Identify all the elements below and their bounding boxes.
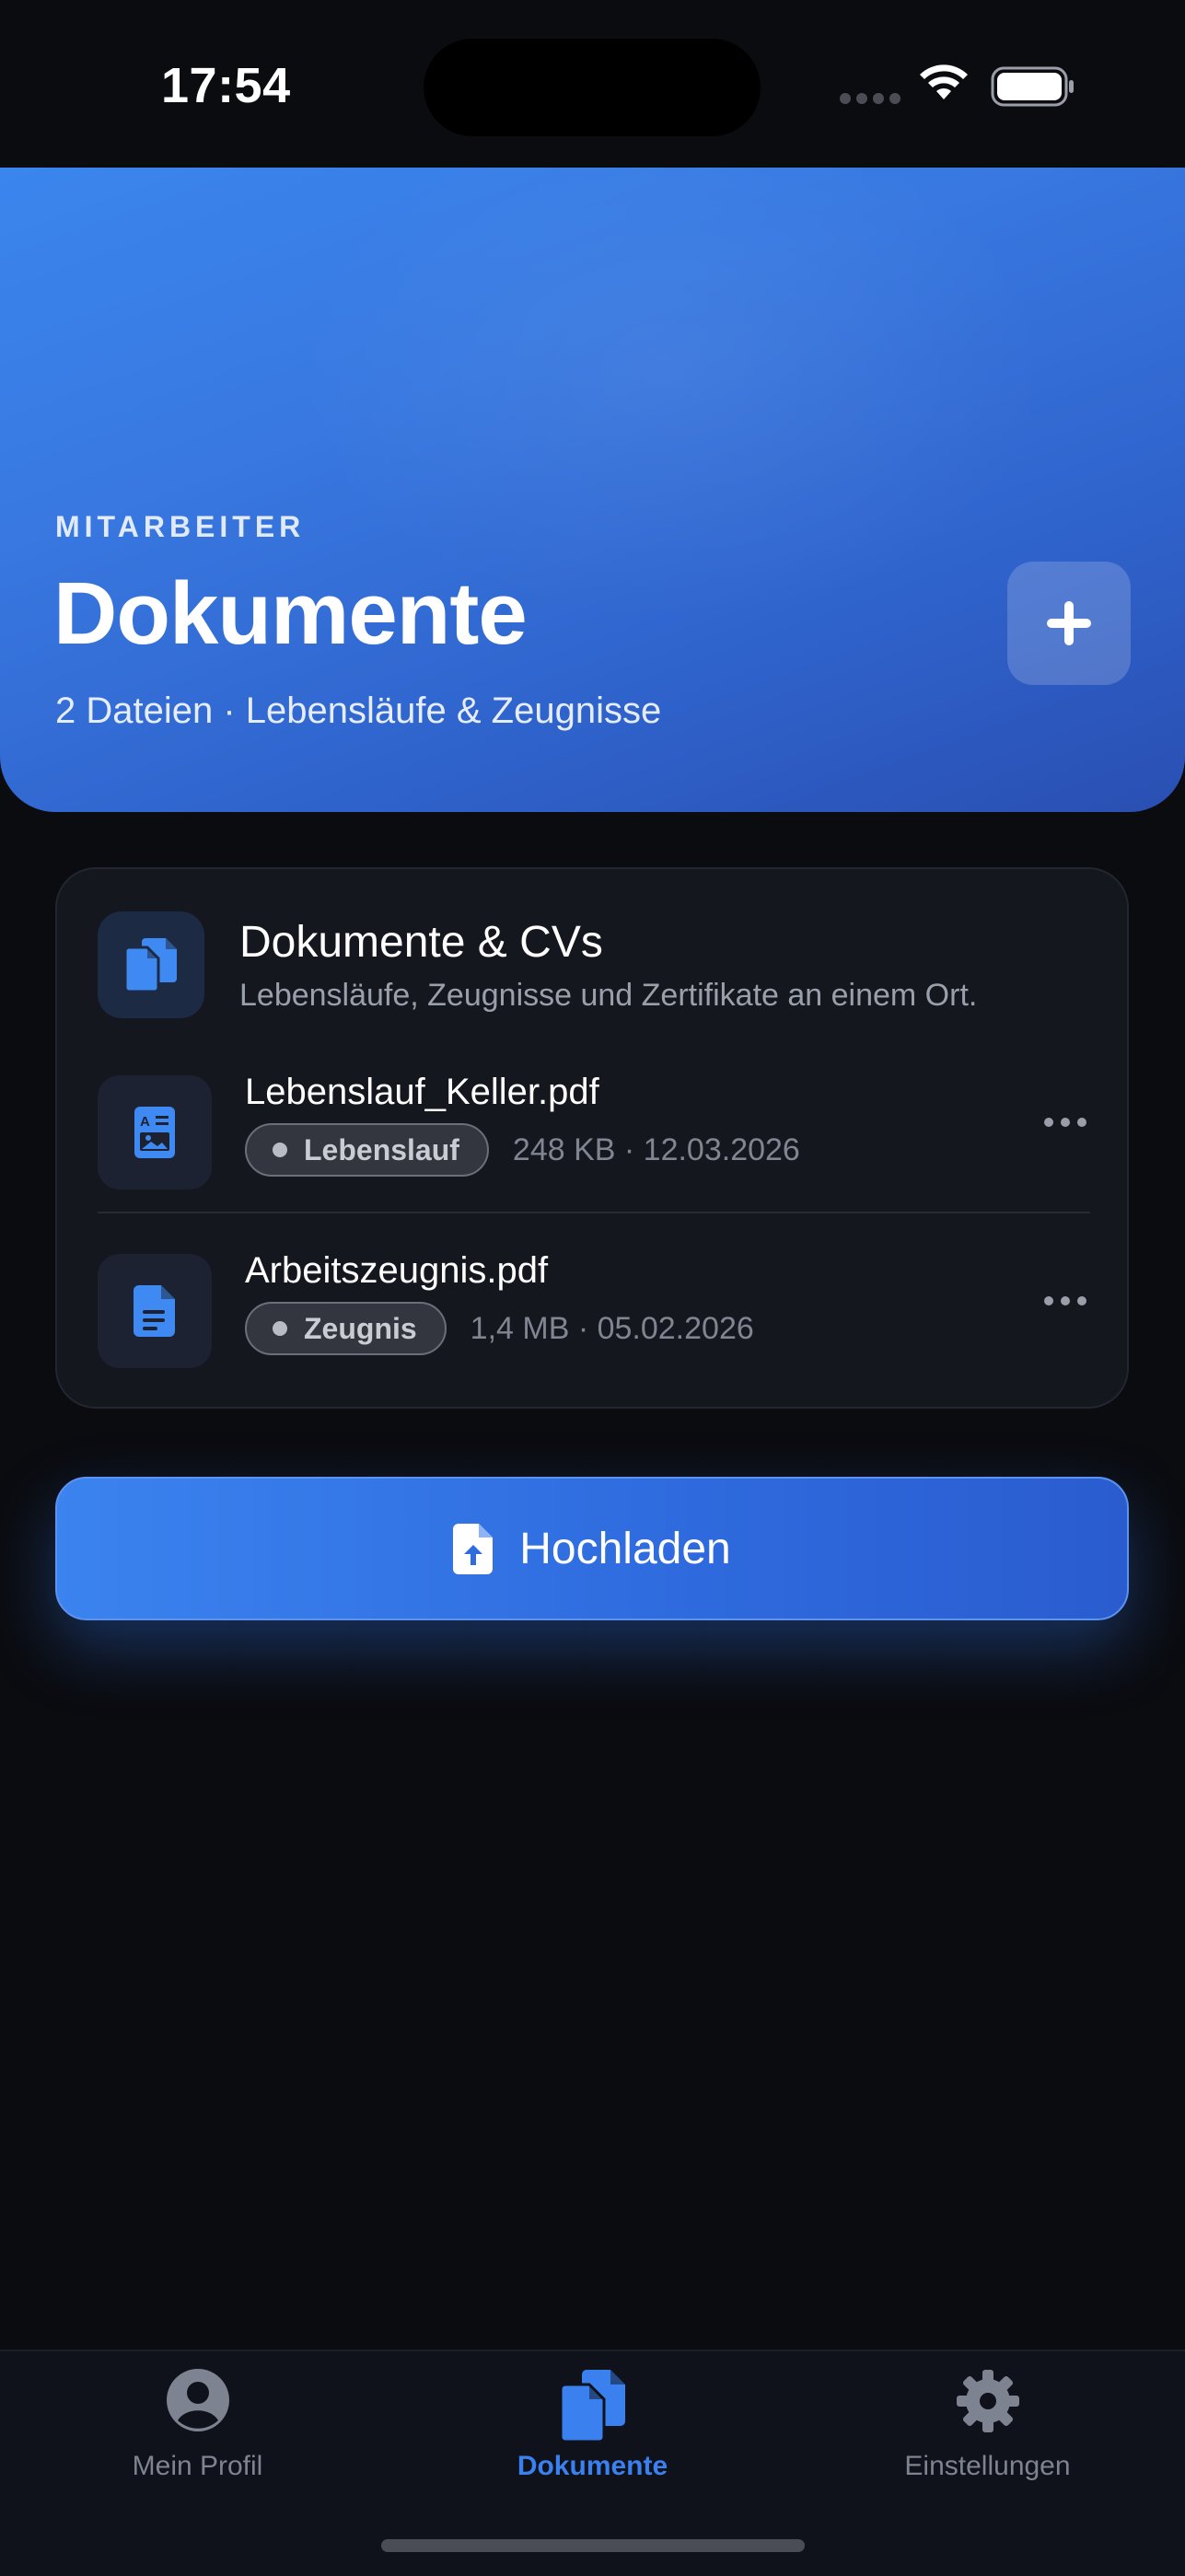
card-header-icon	[98, 911, 204, 1018]
file-tag-label: Lebenslauf	[304, 1132, 459, 1166]
tab-label: Einstellungen	[904, 2451, 1071, 2481]
resume-icon: A	[134, 1107, 175, 1158]
wifi-icon	[920, 64, 968, 99]
file-row[interactable]: Arbeitszeugnis.pdf Zeugnis 1,4 MB · 05.0…	[57, 1232, 1131, 1407]
plus-icon	[1047, 601, 1091, 645]
hero-header: MITARBEITER Dokumente 2 Dateien · Lebens…	[0, 168, 1185, 812]
file-size-date: 248 KB · 12.03.2026	[512, 1131, 800, 1167]
file-type-icon: A	[98, 1075, 212, 1189]
file-upload-icon	[453, 1524, 494, 1574]
page-subtitle: 2 Dateien · Lebensläufe & Zeugnisse	[55, 690, 662, 731]
tab-mein-profil[interactable]: Mein Profil	[0, 2351, 395, 2517]
battery-icon	[991, 66, 1074, 107]
tab-label: Mein Profil	[132, 2451, 263, 2481]
more-options-icon[interactable]	[1044, 1296, 1086, 1305]
file-name: Arbeitszeugnis.pdf	[245, 1250, 549, 1291]
documents-icon	[123, 938, 177, 993]
status-bar: 17:54	[0, 0, 1185, 168]
file-tag-label: Zeugnis	[304, 1311, 417, 1345]
status-time: 17:54	[161, 58, 291, 113]
file-type-icon	[98, 1254, 212, 1368]
upload-button-label: Hochladen	[519, 1524, 731, 1573]
card-title: Dokumente & CVs	[239, 918, 603, 967]
tab-label: Dokumente	[517, 2451, 668, 2481]
file-tag: Zeugnis	[245, 1302, 447, 1355]
file-row[interactable]: A Lebenslauf_Keller.pdf Lebenslauf 248 K…	[57, 1053, 1131, 1228]
upload-button[interactable]: Hochladen	[55, 1477, 1129, 1620]
cellular-signal-icon	[840, 93, 900, 104]
svg-text:A: A	[140, 1114, 150, 1130]
gear-icon	[956, 2370, 1019, 2432]
person-circle-icon	[166, 2369, 229, 2431]
dynamic-island	[424, 39, 761, 136]
file-name: Lebenslauf_Keller.pdf	[245, 1072, 599, 1112]
page-title: Dokumente	[53, 564, 528, 663]
home-indicator[interactable]	[381, 2539, 805, 2552]
file-tag: Lebenslauf	[245, 1123, 489, 1177]
tag-dot-icon	[273, 1143, 287, 1157]
more-options-icon[interactable]	[1044, 1118, 1086, 1127]
file-meta: Lebenslauf 248 KB · 12.03.2026	[245, 1123, 800, 1177]
add-document-button[interactable]	[1007, 562, 1131, 685]
document-text-icon	[134, 1285, 175, 1337]
row-divider	[98, 1212, 1090, 1213]
tab-dokumente[interactable]: Dokumente	[395, 2351, 790, 2517]
documents-icon	[559, 2370, 625, 2443]
documents-card: Dokumente & CVs Lebensläufe, Zeugnisse u…	[55, 867, 1129, 1409]
tag-dot-icon	[273, 1321, 287, 1336]
card-subtitle: Lebensläufe, Zeugnisse und Zertifikate a…	[239, 978, 978, 1013]
file-size-date: 1,4 MB · 05.02.2026	[470, 1310, 754, 1346]
file-meta: Zeugnis 1,4 MB · 05.02.2026	[245, 1302, 754, 1355]
hero-eyebrow: MITARBEITER	[55, 510, 306, 543]
tab-einstellungen[interactable]: Einstellungen	[790, 2351, 1185, 2517]
